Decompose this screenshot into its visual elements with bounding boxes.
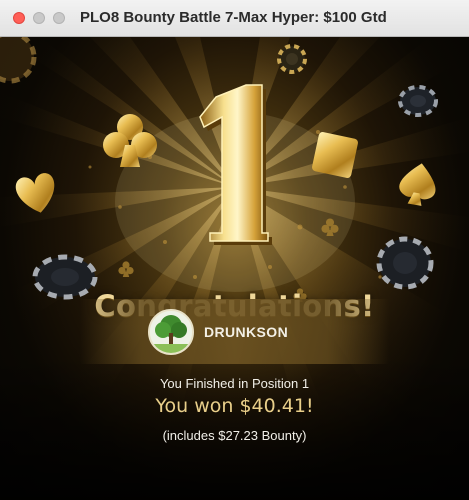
poker-chip-icon bbox=[376, 236, 434, 290]
minimize-window-button[interactable] bbox=[33, 12, 45, 24]
spade-suit-icon bbox=[399, 163, 436, 206]
poker-chip-icon bbox=[277, 44, 307, 74]
bounty-text: (includes $27.23 Bounty) bbox=[162, 428, 307, 443]
diamond-suit-icon bbox=[312, 132, 358, 178]
finish-position-text: You Finished in Position 1 bbox=[159, 376, 310, 391]
poker-chip-icon bbox=[398, 85, 438, 117]
poker-chip-icon bbox=[0, 37, 37, 84]
winnings-text: You won $40.41! bbox=[155, 395, 314, 417]
tournament-result-window: PLO8 Bounty Battle 7-Max Hyper: $100 Gtd bbox=[0, 0, 469, 500]
tree-avatar-icon bbox=[148, 309, 194, 355]
title-bar: PLO8 Bounty Battle 7-Max Hyper: $100 Gtd bbox=[0, 0, 469, 37]
window-title: PLO8 Bounty Battle 7-Max Hyper: $100 Gtd bbox=[80, 9, 387, 26]
close-window-button[interactable] bbox=[13, 12, 25, 24]
zoom-window-button[interactable] bbox=[53, 12, 65, 24]
player-name: DRUNKSON bbox=[204, 324, 289, 340]
